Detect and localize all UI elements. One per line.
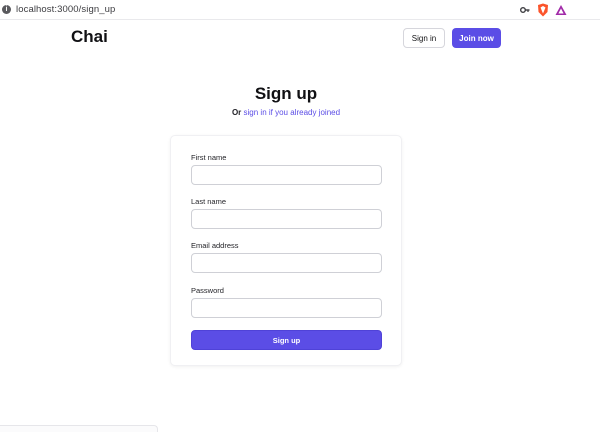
subtitle-prefix: Or	[231, 108, 242, 117]
brave-shield-icon[interactable]	[537, 3, 549, 17]
sign-up-form-card: First name Last name Email address Passw…	[170, 135, 402, 366]
url-text[interactable]: localhost:3000/sign_up	[16, 4, 115, 15]
last-name-input[interactable]	[191, 209, 382, 229]
sign-in-link[interactable]: sign in if you already joined	[244, 108, 341, 117]
first-name-label: First name	[191, 153, 227, 162]
bottom-overlay-edge	[0, 425, 158, 432]
key-icon[interactable]	[520, 5, 530, 15]
page-subtitle: Or sign in if you already joined	[0, 108, 572, 117]
email-label: Email address	[191, 241, 239, 250]
email-input[interactable]	[191, 253, 382, 273]
page-title: Sign up	[254, 84, 318, 103]
rewards-triangle-icon[interactable]	[555, 4, 567, 16]
brand-logo[interactable]: Chai	[71, 27, 108, 47]
last-name-label: Last name	[191, 197, 227, 206]
info-icon[interactable]: i	[2, 5, 11, 14]
password-label: Password	[191, 286, 224, 295]
nav-join-now-button[interactable]: Join now	[452, 28, 501, 48]
nav-sign-in-button[interactable]: Sign in	[403, 28, 445, 48]
first-name-input[interactable]	[191, 165, 382, 185]
sign-up-submit-button[interactable]: Sign up	[191, 330, 382, 350]
password-input[interactable]	[191, 298, 382, 318]
address-bar[interactable]: i localhost:3000/sign_up	[0, 0, 600, 20]
